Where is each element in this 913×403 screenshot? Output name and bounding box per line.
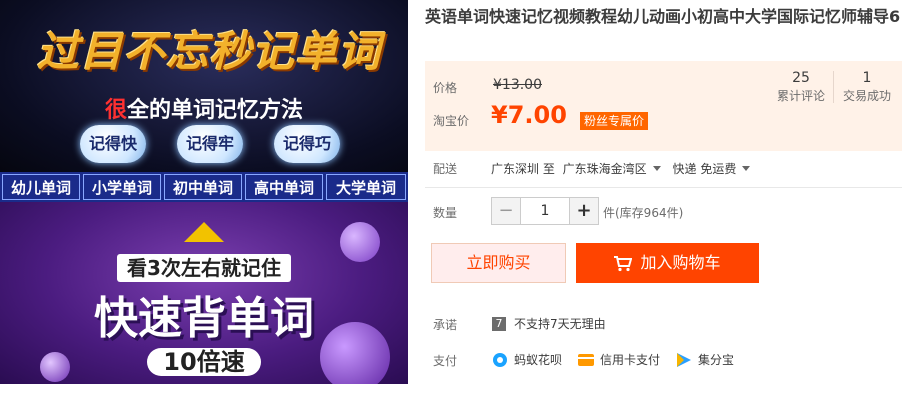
product-image[interactable]: 过目不忘秒记单词 很全的单词记忆方法 记得快 记得牢 记得巧 幼儿单词 小学单词… — [0, 0, 408, 384]
add-to-cart-button[interactable]: 加入购物车 — [576, 243, 759, 283]
credit-card-icon — [578, 353, 594, 366]
reviews-stat[interactable]: 25 累计评论 — [766, 69, 836, 105]
arrow-up-icon — [184, 222, 224, 242]
image-headline: 过目不忘秒记单词 — [36, 27, 381, 76]
shipping-method[interactable]: 快递 免运费 — [673, 162, 759, 176]
image-bottom-panel: 看3次左右就记住 快速背单词 10倍速 — [0, 202, 408, 384]
shipping-row: 广东深圳 至 广东珠海金湾区 快递 免运费 — [491, 160, 758, 177]
image-bubbles: 记得快 记得牢 记得巧 — [80, 125, 340, 165]
quantity-stepper: − 1 + — [491, 197, 599, 225]
stock-text: 件(库存964件) — [603, 206, 684, 220]
image-top-panel: 过目不忘秒记单词 很全的单词记忆方法 记得快 记得牢 记得巧 — [0, 0, 408, 172]
decrease-button[interactable]: − — [491, 197, 521, 225]
payment-credit-card[interactable]: 信用卡支付 — [578, 351, 660, 368]
image-line-1: 看3次左右就记住 — [0, 252, 408, 282]
deals-label: 交易成功 — [842, 89, 891, 103]
image-subtitle-rest: 全的单词记忆方法 — [127, 98, 304, 123]
price-label: 价格 — [433, 81, 458, 95]
price-box: 价格 ¥13.00 淘宝价 ¥7.00 粉丝专属价 25 累计评论 1 交易成功 — [425, 61, 902, 151]
deals-count: 1 — [862, 70, 872, 86]
seven-day-icon: 7 — [492, 316, 506, 331]
tag-3: 初中单词 — [164, 174, 242, 200]
divider — [425, 187, 902, 188]
image-subtitle: 很全的单词记忆方法 — [0, 92, 408, 124]
bubble-1: 记得快 — [80, 125, 146, 163]
image-subtitle-red: 很 — [104, 98, 127, 123]
payment-huabei[interactable]: 蚂蚁花呗 — [492, 351, 562, 368]
chevron-down-icon — [652, 166, 661, 171]
promise-label: 承诺 — [433, 318, 458, 332]
promise-row: 7 不支持7天无理由 — [492, 315, 606, 332]
deals-stat[interactable]: 1 交易成功 — [832, 69, 902, 105]
product-title: 英语单词快速记忆视频教程幼儿动画小初高中大学国际记忆师辅导6 — [425, 7, 901, 26]
huabei-icon — [493, 352, 507, 367]
tag-4: 高中单词 — [245, 174, 323, 200]
image-line-3: 10倍速 — [0, 342, 408, 377]
taobao-price-label: 淘宝价 — [433, 114, 470, 128]
buy-now-button[interactable]: 立即购买 — [431, 243, 566, 283]
quantity-input[interactable]: 1 — [521, 197, 569, 225]
cart-icon — [614, 255, 633, 271]
image-line-2: 快速背单词 — [94, 293, 314, 344]
image-tag-row: 幼儿单词 小学单词 初中单词 高中单词 大学单词 — [0, 172, 408, 202]
tag-5: 大学单词 — [326, 174, 406, 200]
tag-2: 小学单词 — [83, 174, 161, 200]
current-price: ¥7.00 — [491, 101, 567, 129]
shipping-destination[interactable]: 广东珠海金湾区 — [563, 162, 669, 176]
jifenbao-icon — [677, 352, 691, 367]
add-to-cart-label: 加入购物车 — [640, 253, 721, 272]
fan-price-badge: 粉丝专属价 — [580, 112, 649, 130]
promise-text: 不支持7天无理由 — [514, 317, 606, 331]
bubble-3: 记得巧 — [274, 125, 340, 163]
payment-label: 支付 — [433, 354, 458, 368]
increase-button[interactable]: + — [569, 197, 599, 225]
reviews-label: 累计评论 — [776, 89, 825, 103]
tag-1: 幼儿单词 — [2, 174, 80, 200]
reviews-count: 25 — [792, 70, 810, 86]
original-price: ¥13.00 — [493, 77, 542, 93]
shipping-label: 配送 — [433, 162, 458, 176]
payment-jifenbao[interactable]: 集分宝 — [676, 351, 734, 368]
shipping-from: 广东深圳 至 — [491, 162, 555, 176]
chevron-down-icon — [742, 166, 751, 171]
bubble-2: 记得牢 — [177, 125, 243, 163]
quantity-label: 数量 — [433, 206, 458, 220]
